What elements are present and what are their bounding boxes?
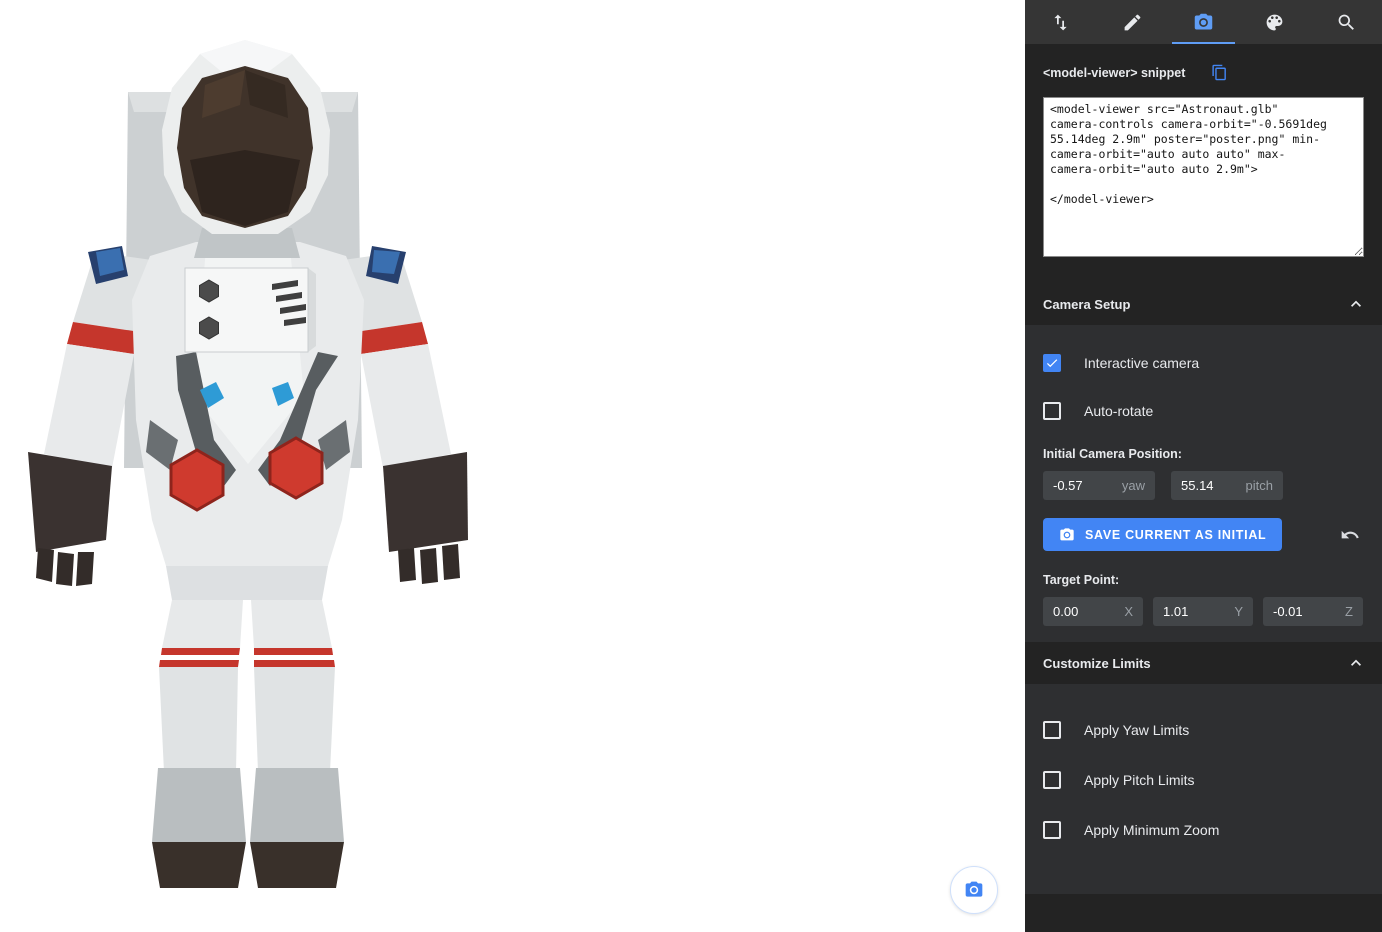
checkbox-label: Interactive camera xyxy=(1084,355,1199,371)
section-title: Customize Limits xyxy=(1043,656,1151,671)
checkbox-label: Apply Pitch Limits xyxy=(1084,772,1194,788)
snippet-section: <model-viewer> snippet <model-viewer src… xyxy=(1025,44,1382,283)
palette-icon xyxy=(1264,12,1285,33)
chevron-up-icon xyxy=(1346,294,1366,314)
yaw-field[interactable]: yaw xyxy=(1043,471,1155,500)
apply-pitch-limits-checkbox[interactable]: Apply Pitch Limits xyxy=(1043,768,1364,792)
target-y-field[interactable]: Y xyxy=(1153,597,1253,626)
checkbox-label: Apply Minimum Zoom xyxy=(1084,822,1219,838)
tab-import-export[interactable] xyxy=(1025,0,1096,44)
copy-icon[interactable] xyxy=(1211,64,1228,81)
section-title: Camera Setup xyxy=(1043,297,1130,312)
swap-vertical-icon xyxy=(1050,12,1071,33)
snippet-code-textarea[interactable]: <model-viewer src="Astronaut.glb" camera… xyxy=(1043,97,1364,257)
astronaut-chest-panel xyxy=(185,268,316,352)
chevron-up-icon xyxy=(1346,653,1366,673)
checkbox-unchecked-icon xyxy=(1043,771,1061,789)
target-point-label: Target Point: xyxy=(1043,573,1364,587)
editor-toolbar xyxy=(1025,0,1382,44)
initial-camera-position-label: Initial Camera Position: xyxy=(1043,447,1364,461)
pitch-input[interactable] xyxy=(1181,478,1240,493)
camera-icon xyxy=(1059,527,1075,543)
snippet-title: <model-viewer> snippet xyxy=(1043,66,1185,80)
checkbox-checked-icon xyxy=(1043,354,1061,372)
pitch-field[interactable]: pitch xyxy=(1171,471,1283,500)
checkbox-label: Auto-rotate xyxy=(1084,403,1153,419)
target-z-input[interactable] xyxy=(1273,604,1339,619)
check-icon xyxy=(1045,356,1059,370)
pencil-icon xyxy=(1122,12,1143,33)
yaw-suffix: yaw xyxy=(1122,478,1145,493)
tab-camera[interactable] xyxy=(1168,0,1239,44)
customize-limits-body: Apply Yaw Limits Apply Pitch Limits Appl… xyxy=(1025,684,1382,894)
checkbox-label: Apply Yaw Limits xyxy=(1084,722,1189,738)
customize-limits-header[interactable]: Customize Limits xyxy=(1025,642,1382,684)
target-x-input[interactable] xyxy=(1053,604,1118,619)
target-y-input[interactable] xyxy=(1163,604,1228,619)
astronaut-model xyxy=(0,0,500,900)
save-button-label: SAVE CURRENT AS INITIAL xyxy=(1085,528,1266,542)
checkbox-unchecked-icon xyxy=(1043,402,1061,420)
astronaut-boots xyxy=(152,768,344,888)
tab-inspector[interactable] xyxy=(1311,0,1382,44)
camera-setup-body: Interactive camera Auto-rotate Initial C… xyxy=(1025,325,1382,642)
target-x-suffix: X xyxy=(1124,604,1133,619)
checkbox-unchecked-icon xyxy=(1043,821,1061,839)
astronaut-legs xyxy=(159,566,335,772)
apply-yaw-limits-checkbox[interactable]: Apply Yaw Limits xyxy=(1043,718,1364,742)
editor-panel: <model-viewer> snippet <model-viewer src… xyxy=(1025,0,1382,932)
target-x-field[interactable]: X xyxy=(1043,597,1143,626)
save-current-as-initial-button[interactable]: SAVE CURRENT AS INITIAL xyxy=(1043,518,1282,551)
camera-setup-header[interactable]: Camera Setup xyxy=(1025,283,1382,325)
search-icon xyxy=(1336,12,1357,33)
checkbox-unchecked-icon xyxy=(1043,721,1061,739)
model-viewport[interactable] xyxy=(0,0,1025,932)
screenshot-fab-button[interactable] xyxy=(950,866,998,914)
pitch-suffix: pitch xyxy=(1246,478,1273,493)
auto-rotate-checkbox[interactable]: Auto-rotate xyxy=(1043,399,1364,423)
yaw-input[interactable] xyxy=(1053,478,1116,493)
camera-icon xyxy=(1193,12,1214,33)
tab-materials[interactable] xyxy=(1239,0,1310,44)
undo-icon[interactable] xyxy=(1340,525,1360,545)
target-z-suffix: Z xyxy=(1345,604,1353,619)
camera-icon xyxy=(964,880,984,900)
apply-minimum-zoom-checkbox[interactable]: Apply Minimum Zoom xyxy=(1043,818,1364,842)
tab-edit[interactable] xyxy=(1096,0,1167,44)
target-z-field[interactable]: Z xyxy=(1263,597,1363,626)
target-y-suffix: Y xyxy=(1234,604,1243,619)
interactive-camera-checkbox[interactable]: Interactive camera xyxy=(1043,351,1364,375)
